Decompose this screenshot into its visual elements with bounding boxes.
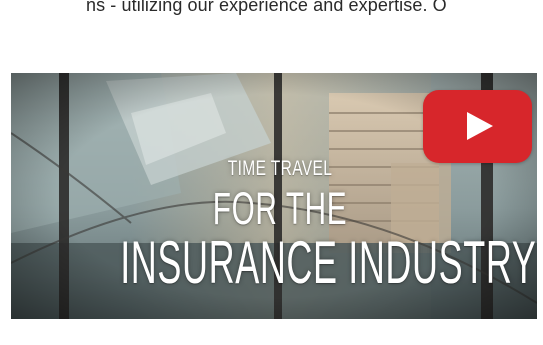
youtube-play-button[interactable] [423, 90, 532, 163]
video-thumbnail[interactable]: TIME TRAVEL FOR THE INSURANCE INDUSTRY [11, 73, 537, 319]
page: ns - utilizing our experience and expert… [0, 0, 543, 345]
intro-paragraph: ns - utilizing our experience and expert… [86, 0, 447, 15]
video-title-line-1: TIME TRAVEL [227, 157, 333, 180]
video-title-line-3: INSURANCE INDUSTRY [120, 229, 537, 296]
play-icon [467, 112, 493, 140]
video-title-line-2: FOR THE [212, 183, 348, 234]
